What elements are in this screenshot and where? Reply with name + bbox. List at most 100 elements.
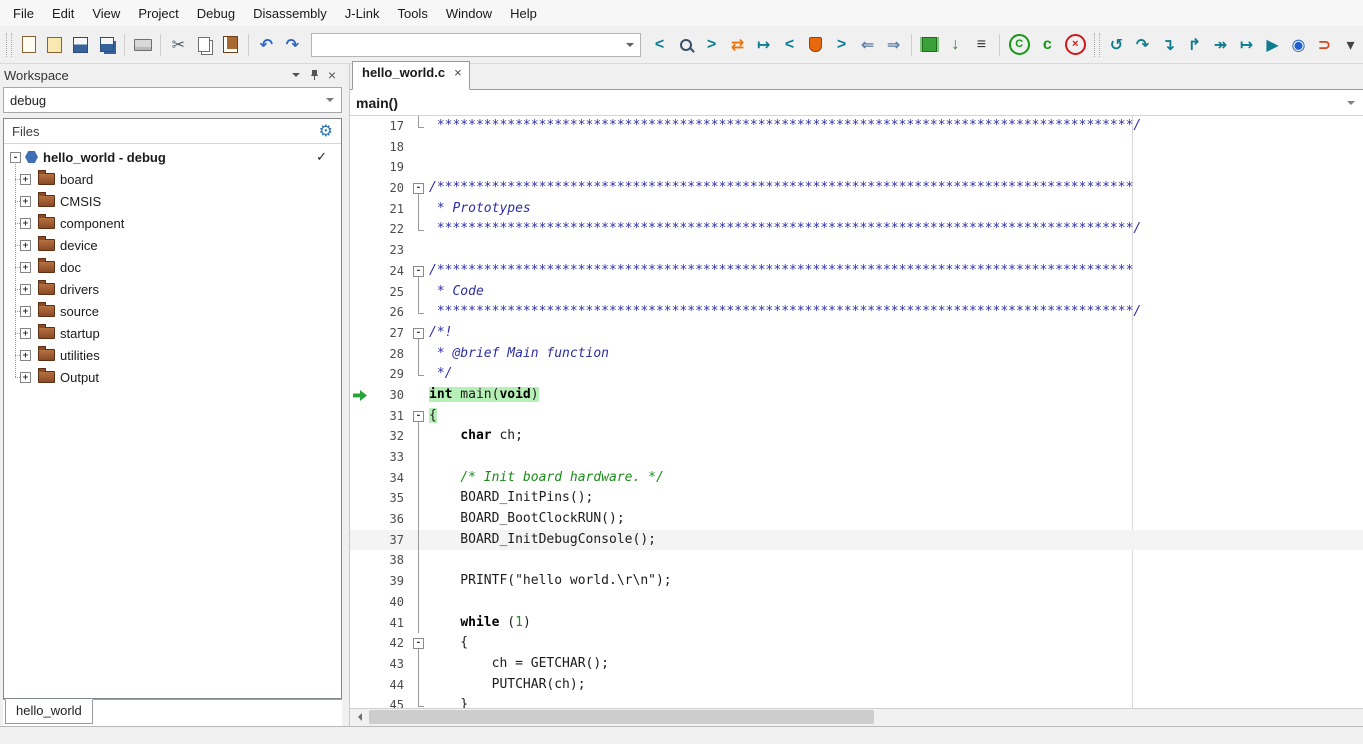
pin-icon[interactable] bbox=[305, 67, 323, 83]
download-and-debug-icon[interactable] bbox=[917, 32, 942, 57]
code-line-43[interactable]: 43 ch = GETCHAR(); bbox=[350, 654, 1363, 675]
last-edit-location-icon[interactable]: ⇄ bbox=[725, 32, 750, 57]
tree-item-utilities[interactable]: utilities bbox=[4, 344, 341, 366]
undo-icon[interactable]: ↶ bbox=[254, 32, 279, 57]
menu-help[interactable]: Help bbox=[501, 2, 546, 25]
code-line-27[interactable]: 27/*! bbox=[350, 323, 1363, 344]
breakpoint-margin[interactable] bbox=[350, 447, 370, 468]
code-line-37[interactable]: 37 BOARD_InitDebugConsole(); bbox=[350, 530, 1363, 551]
fold-margin[interactable] bbox=[411, 633, 427, 654]
code-line-35[interactable]: 35 BOARD_InitPins(); bbox=[350, 488, 1363, 509]
breakpoint-margin[interactable] bbox=[350, 323, 370, 344]
breakpoint-margin[interactable] bbox=[350, 613, 370, 634]
open-document-icon[interactable] bbox=[42, 32, 67, 57]
code-line-26[interactable]: 26 *************************************… bbox=[350, 302, 1363, 323]
cstat-clear-icon[interactable]: c bbox=[1035, 32, 1060, 57]
expand-box-icon[interactable] bbox=[20, 350, 31, 361]
fold-margin[interactable] bbox=[411, 406, 427, 427]
break-icon[interactable]: ◉ bbox=[1286, 32, 1311, 57]
fold-margin[interactable] bbox=[411, 178, 427, 199]
code-area[interactable]: 17 *************************************… bbox=[350, 116, 1363, 708]
expand-box-icon[interactable] bbox=[20, 240, 31, 251]
find-next-icon[interactable]: > bbox=[699, 32, 724, 57]
code-line-19[interactable]: 19 bbox=[350, 157, 1363, 178]
horizontal-scrollbar[interactable] bbox=[350, 708, 1363, 726]
stop-build-icon[interactable]: × bbox=[1065, 34, 1086, 55]
save-all-icon[interactable] bbox=[94, 32, 119, 57]
breakpoint-margin[interactable] bbox=[350, 137, 370, 158]
breakpoint-margin[interactable] bbox=[350, 261, 370, 282]
breakpoint-margin[interactable] bbox=[350, 695, 370, 708]
quick-search-combo[interactable] bbox=[311, 33, 641, 57]
expand-box-icon[interactable] bbox=[20, 262, 31, 273]
go-icon[interactable]: ▶ bbox=[1260, 32, 1285, 57]
tree-item-component[interactable]: component bbox=[4, 212, 341, 234]
breakpoint-margin[interactable] bbox=[350, 571, 370, 592]
scrollbar-thumb[interactable] bbox=[369, 710, 874, 724]
function-selector[interactable]: main() bbox=[350, 90, 1363, 116]
menu-edit[interactable]: Edit bbox=[43, 2, 83, 25]
menu-j-link[interactable]: J-Link bbox=[336, 2, 389, 25]
breakpoint-margin[interactable] bbox=[350, 426, 370, 447]
configuration-select[interactable]: debug bbox=[3, 87, 342, 113]
next-item-icon[interactable]: > bbox=[829, 32, 854, 57]
fold-margin[interactable] bbox=[411, 261, 427, 282]
navigate-backward-icon[interactable]: ⇐ bbox=[855, 32, 880, 57]
expand-box-icon[interactable] bbox=[20, 284, 31, 295]
workspace-tab-hello-world[interactable]: hello_world bbox=[5, 699, 93, 724]
toggle-breakpoint-icon[interactable] bbox=[803, 32, 828, 57]
menu-debug[interactable]: Debug bbox=[188, 2, 244, 25]
expand-box-icon[interactable] bbox=[20, 174, 31, 185]
breakpoint-margin[interactable] bbox=[350, 488, 370, 509]
breakpoint-margin[interactable] bbox=[350, 240, 370, 261]
step-out-icon[interactable]: ↱ bbox=[1182, 32, 1207, 57]
code-line-32[interactable]: 32 char ch; bbox=[350, 426, 1363, 447]
menu-file[interactable]: File bbox=[4, 2, 43, 25]
code-line-29[interactable]: 29 */ bbox=[350, 364, 1363, 385]
step-into-icon[interactable]: ↴ bbox=[1156, 32, 1181, 57]
breakpoint-margin[interactable] bbox=[350, 654, 370, 675]
breakpoint-margin[interactable] bbox=[350, 550, 370, 571]
cut-icon[interactable]: ✂ bbox=[166, 32, 191, 57]
code-line-23[interactable]: 23 bbox=[350, 240, 1363, 261]
breakpoint-margin[interactable] bbox=[350, 364, 370, 385]
code-line-30[interactable]: 30int main(void) bbox=[350, 385, 1363, 406]
code-line-44[interactable]: 44 PUTCHAR(ch); bbox=[350, 675, 1363, 696]
code-line-25[interactable]: 25 * Code bbox=[350, 282, 1363, 303]
code-line-39[interactable]: 39 PRINTF("hello world.\r\n"); bbox=[350, 571, 1363, 592]
code-line-24[interactable]: 24/*************************************… bbox=[350, 261, 1363, 282]
panel-menu-caret-icon[interactable] bbox=[287, 67, 305, 83]
tree-item-output[interactable]: Output bbox=[4, 366, 341, 388]
scroll-left-button[interactable] bbox=[350, 709, 367, 725]
code-line-41[interactable]: 41 while (1) bbox=[350, 613, 1363, 634]
code-line-22[interactable]: 22 *************************************… bbox=[350, 219, 1363, 240]
tree-item-cmsis[interactable]: CMSIS bbox=[4, 190, 341, 212]
menu-window[interactable]: Window bbox=[437, 2, 501, 25]
breakpoint-margin[interactable] bbox=[350, 157, 370, 178]
breakpoint-margin[interactable] bbox=[350, 675, 370, 696]
breakpoint-margin[interactable] bbox=[350, 178, 370, 199]
code-line-28[interactable]: 28 * @brief Main function bbox=[350, 344, 1363, 365]
code-line-31[interactable]: 31{ bbox=[350, 406, 1363, 427]
breakpoint-margin[interactable] bbox=[350, 468, 370, 489]
breakpoint-margin[interactable] bbox=[350, 199, 370, 220]
stop-debugging-icon[interactable]: ⊃ bbox=[1312, 32, 1337, 57]
tree-item-device[interactable]: device bbox=[4, 234, 341, 256]
navigate-forward-icon[interactable]: ⇒ bbox=[881, 32, 906, 57]
redo-icon[interactable]: ↷ bbox=[280, 32, 305, 57]
step-over-icon[interactable]: ↷ bbox=[1130, 32, 1155, 57]
code-line-45[interactable]: 45 } bbox=[350, 695, 1363, 708]
breakpoint-margin[interactable] bbox=[350, 530, 370, 551]
tree-item-project-root[interactable]: hello_world - debug ✓ bbox=[4, 146, 341, 168]
code-line-40[interactable]: 40 bbox=[350, 592, 1363, 613]
breakpoint-margin[interactable] bbox=[350, 282, 370, 303]
menu-disassembly[interactable]: Disassembly bbox=[244, 2, 336, 25]
breakpoint-margin[interactable] bbox=[350, 509, 370, 530]
code-line-21[interactable]: 21 * Prototypes bbox=[350, 199, 1363, 220]
tree-item-doc[interactable]: doc bbox=[4, 256, 341, 278]
close-tab-icon[interactable]: × bbox=[454, 65, 462, 80]
breakpoint-margin[interactable] bbox=[350, 344, 370, 365]
tree-item-source[interactable]: source bbox=[4, 300, 341, 322]
cstat-analyze-icon[interactable]: C bbox=[1009, 34, 1030, 55]
paste-icon[interactable] bbox=[218, 32, 243, 57]
